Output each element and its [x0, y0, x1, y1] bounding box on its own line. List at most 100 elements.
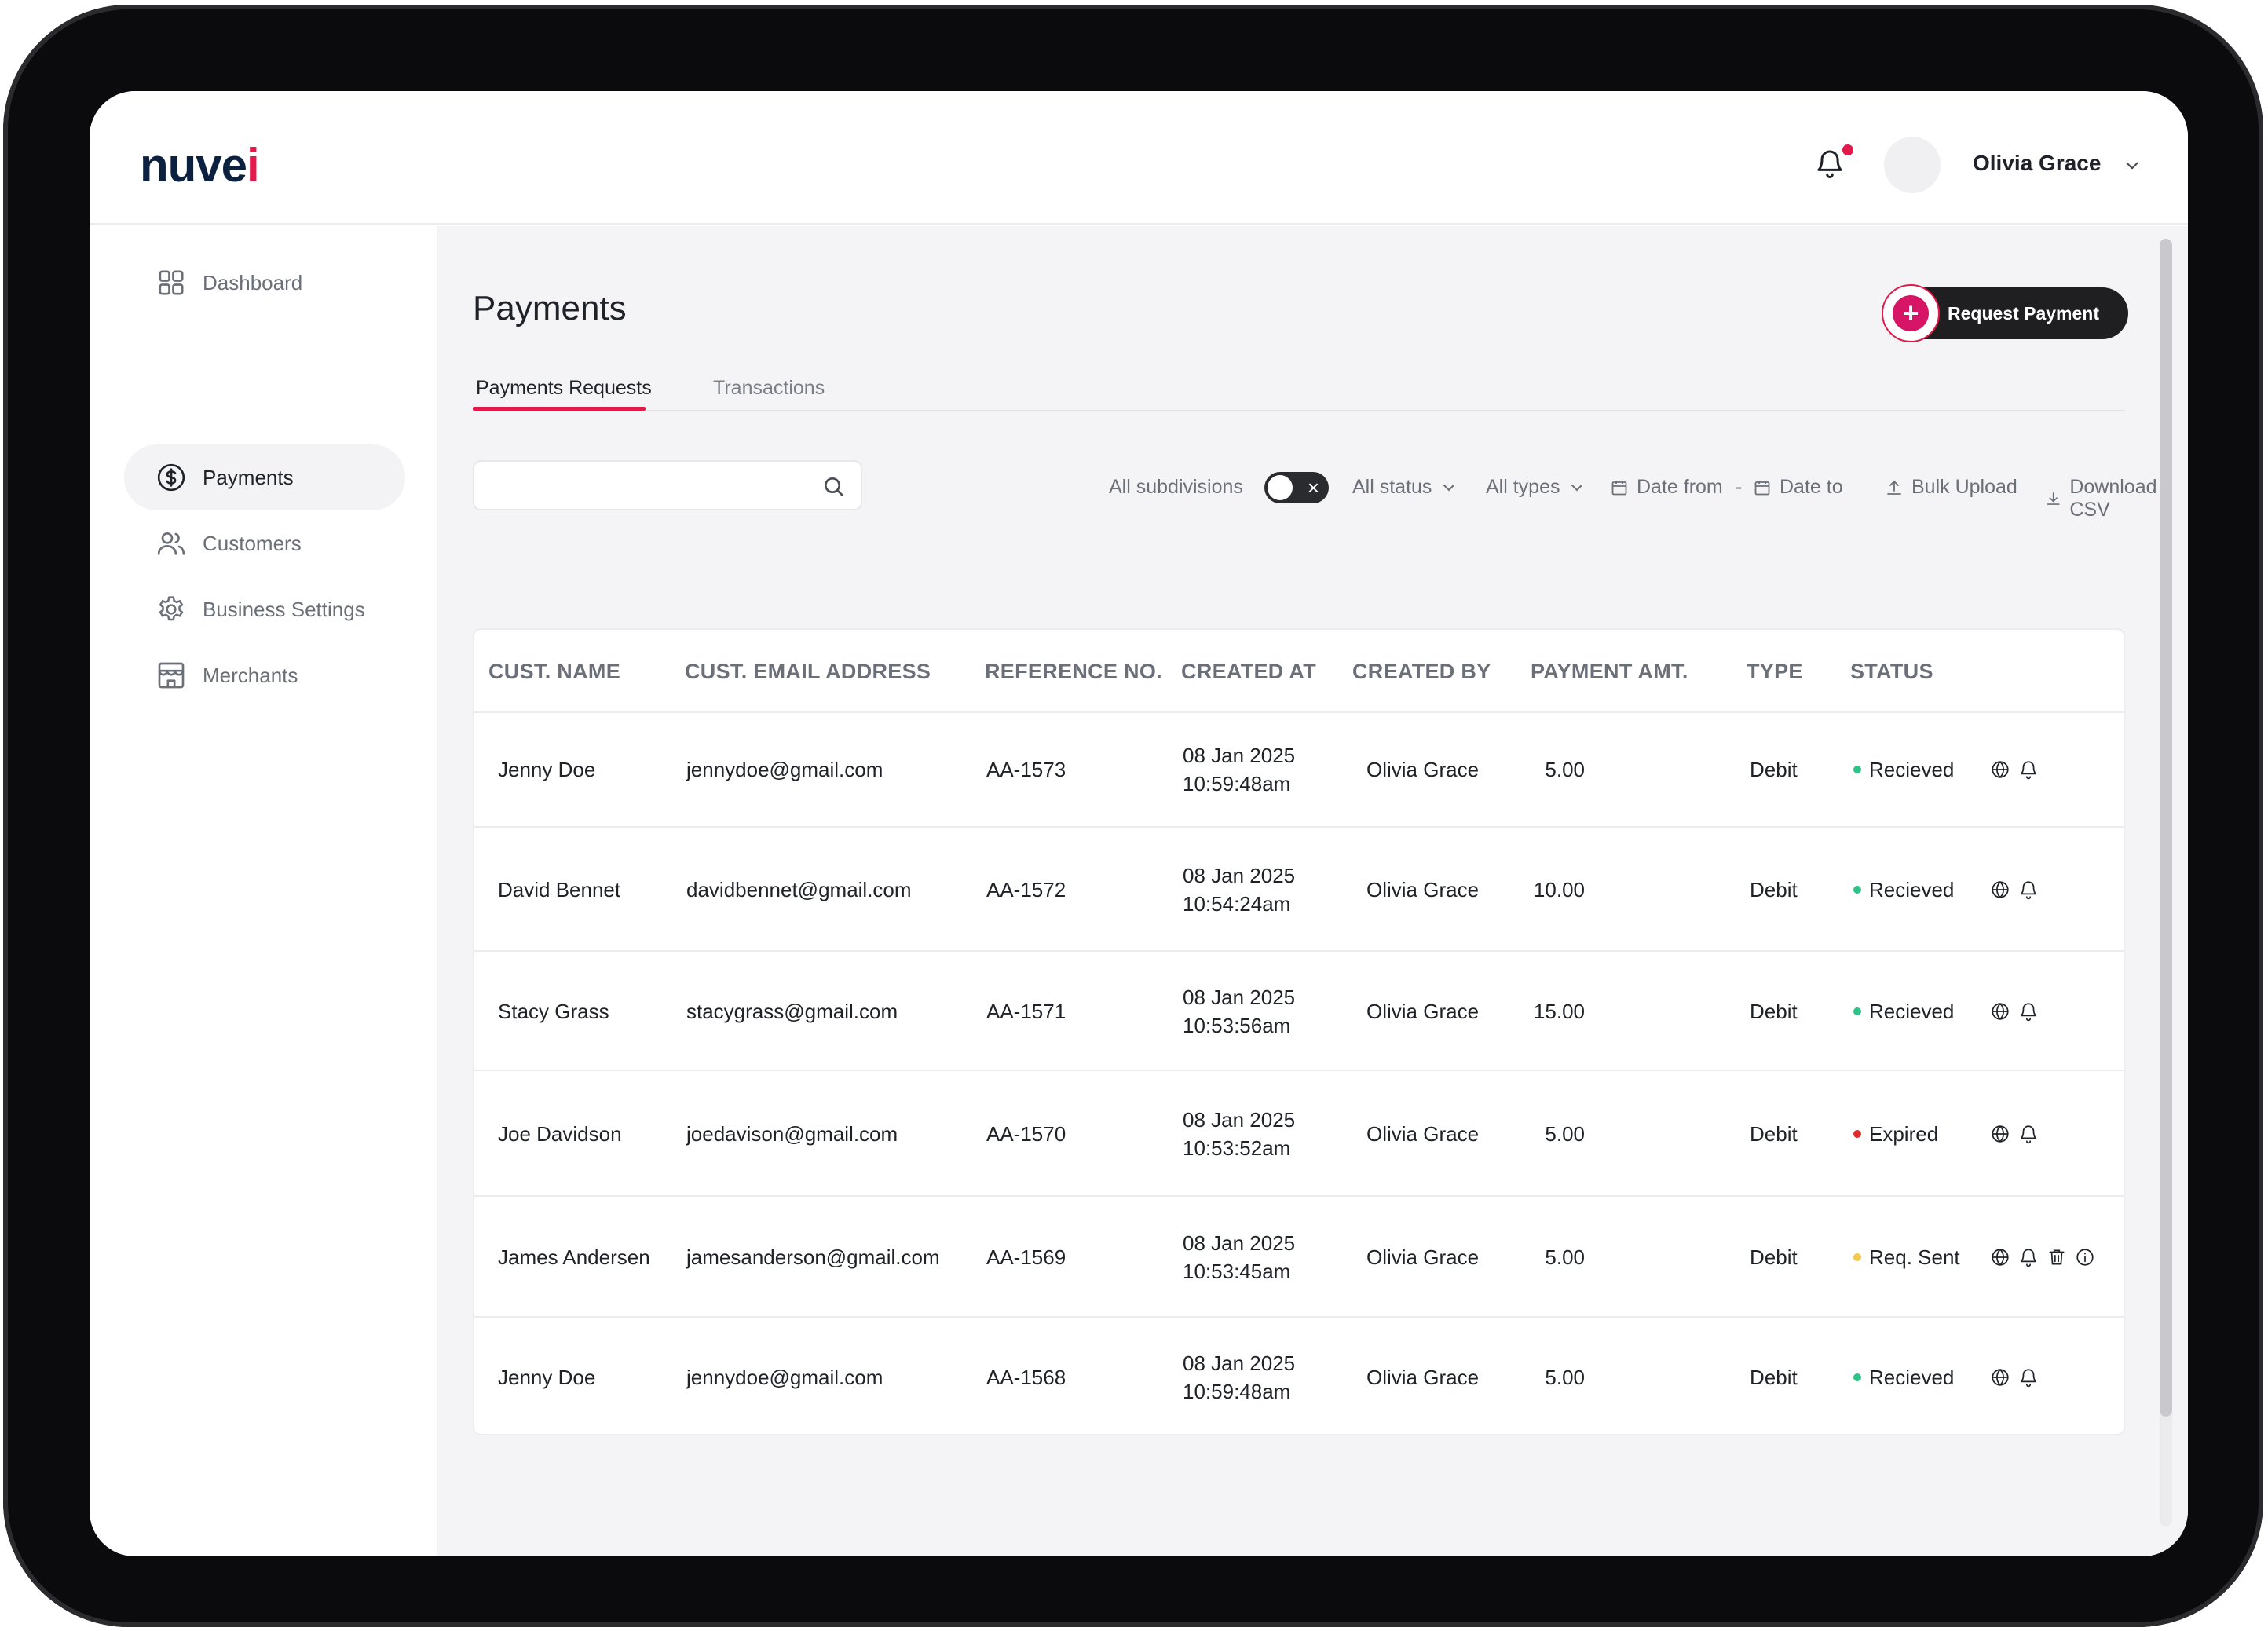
reference-no-cell: AA-1571 [986, 1000, 1066, 1023]
status-dot [1853, 886, 1861, 894]
bell-icon[interactable] [2018, 759, 2039, 784]
chevron-down-icon[interactable] [2122, 155, 2142, 176]
globe-icon[interactable] [1990, 1124, 2010, 1148]
status-text: Recieved [1869, 758, 1955, 781]
bell-icon[interactable] [2018, 1247, 2039, 1271]
bell-icon[interactable] [2018, 1367, 2039, 1391]
bulk-upload-button[interactable]: Bulk Upload [1885, 476, 2017, 499]
sidebar-item-label: Merchants [203, 663, 298, 687]
cust-email-cell: stacygrass@gmail.com [686, 1000, 898, 1023]
globe-icon[interactable] [1990, 1001, 2010, 1026]
status-filter-label: All status [1352, 476, 1432, 498]
trash-icon[interactable] [2047, 1247, 2067, 1271]
table-row[interactable]: Jenny Doe jennydoe@gmail.com AA-1573 08 Jan… [474, 711, 2124, 828]
reference-no-cell: AA-1568 [986, 1366, 1066, 1389]
avatar[interactable] [1884, 137, 1941, 193]
bell-icon [1817, 150, 1842, 178]
search-input[interactable] [473, 460, 862, 510]
column-header-status[interactable]: STATUS [1850, 660, 1933, 684]
nuvei-logo[interactable]: nuvei [140, 138, 260, 192]
bell-icon[interactable] [2018, 1001, 2039, 1026]
column-header-cust-email[interactable]: CUST. EMAIL ADDRESS [685, 660, 931, 684]
tablet-frame: nuvei Olivia Grace Dashboard Payments Cu… [3, 5, 2263, 1627]
created-date: 08 Jan 2025 [1183, 986, 1296, 1009]
cust-email-cell: jennydoe@gmail.com [686, 1366, 883, 1389]
table-row[interactable]: Jenny Doe jennydoe@gmail.com AA-1568 08 Jan… [474, 1318, 2124, 1437]
sidebar-item-dashboard[interactable]: Dashboard [124, 250, 405, 316]
bell-icon[interactable] [2018, 1124, 2039, 1148]
sidebar-item-business-settings[interactable]: Business Settings [124, 576, 405, 642]
status-badge: Recieved [1853, 1000, 1954, 1024]
main-content: Payments + Request Payment Payments Requ… [437, 226, 2188, 1556]
sidebar: Dashboard Payments Customers Business Se… [90, 226, 437, 1556]
tab-transactions[interactable]: Transactions [713, 377, 825, 400]
column-header-type[interactable]: TYPE [1747, 660, 1803, 684]
row-actions [1990, 759, 2039, 784]
payment-amt-cell: 5.00 [1545, 1122, 1585, 1146]
status-badge: Req. Sent [1853, 1245, 1960, 1270]
status-dot [1853, 1373, 1861, 1382]
cust-name-cell: Jenny Doe [498, 1366, 596, 1389]
notification-badge-dot [1842, 144, 1853, 155]
status-text: Expired [1869, 1122, 1939, 1146]
type-cell: Debit [1750, 1122, 1798, 1146]
request-payment-button[interactable]: + Request Payment [1882, 284, 2128, 342]
created-at-cell: 08 Jan 2025 10:59:48am [1183, 1349, 1295, 1406]
reference-no-cell: AA-1573 [986, 758, 1066, 781]
grid-icon [159, 270, 184, 295]
column-header-created-at[interactable]: CREATED AT [1181, 660, 1316, 684]
created-at-cell: 08 Jan 2025 10:53:45am [1183, 1229, 1295, 1285]
cust-email-cell: jamesanderson@gmail.com [686, 1245, 940, 1269]
user-name[interactable]: Olivia Grace [1973, 151, 2101, 176]
column-header-cust-name[interactable]: CUST. NAME [488, 660, 620, 684]
column-header-payment-amt[interactable]: PAYMENT AMT. [1531, 660, 1688, 684]
table-row[interactable]: David Bennet davidbennet@gmail.com AA-1572… [474, 828, 2124, 952]
cust-email-cell: jennydoe@gmail.com [686, 758, 883, 781]
status-badge: Recieved [1853, 758, 1954, 782]
sidebar-item-customers[interactable]: Customers [124, 510, 405, 576]
created-date: 08 Jan 2025 [1183, 744, 1296, 767]
notifications-button[interactable] [1814, 144, 1853, 185]
status-filter[interactable]: All status [1352, 476, 1458, 499]
created-date: 08 Jan 2025 [1183, 864, 1296, 887]
search-icon[interactable] [821, 474, 847, 499]
info-icon[interactable] [2075, 1247, 2095, 1271]
sidebar-item-merchants[interactable]: Merchants [124, 642, 405, 708]
type-cell: Debit [1750, 758, 1798, 781]
row-actions [1990, 1124, 2039, 1148]
created-time: 10:59:48am [1183, 1380, 1291, 1403]
created-date: 08 Jan 2025 [1183, 1108, 1296, 1132]
payment-amt-cell: 5.00 [1545, 1245, 1585, 1269]
status-badge: Recieved [1853, 1366, 1954, 1390]
cust-name-cell: Stacy Grass [498, 1000, 609, 1023]
globe-icon[interactable] [1990, 1367, 2010, 1391]
column-header-reference-no[interactable]: REFERENCE NO. [985, 660, 1162, 684]
bell-icon[interactable] [2018, 879, 2039, 904]
types-filter[interactable]: All types [1486, 476, 1586, 499]
upload-icon [1887, 480, 1901, 495]
sidebar-item-payments[interactable]: Payments [124, 444, 405, 510]
globe-icon[interactable] [1990, 879, 2010, 904]
table-row[interactable]: Joe Davidson joedavison@gmail.com AA-1570 0… [474, 1071, 2124, 1197]
status-dot [1853, 1253, 1861, 1262]
tab-payments-requests[interactable]: Payments Requests [476, 377, 652, 400]
column-header-created-by[interactable]: CREATED BY [1352, 660, 1491, 684]
status-dot [1853, 1007, 1861, 1016]
created-time: 10:59:48am [1183, 772, 1291, 795]
calendar-icon [1754, 480, 1770, 495]
date-separator-text: - [1736, 476, 1743, 498]
table-row[interactable]: Stacy Grass stacygrass@gmail.com AA-1571 08… [474, 952, 2124, 1071]
status-text: Recieved [1869, 878, 1955, 901]
date-from-filter[interactable]: Date from [1610, 476, 1723, 499]
globe-icon[interactable] [1990, 1247, 2010, 1271]
status-badge: Expired [1853, 1122, 1938, 1146]
toggle-knob [1268, 475, 1293, 500]
date-to-filter[interactable]: Date to [1753, 476, 1843, 499]
table-row[interactable]: James Andersen jamesanderson@gmail.com AA-… [474, 1197, 2124, 1318]
scrollbar-thumb[interactable] [2160, 239, 2172, 1417]
status-text: Req. Sent [1869, 1245, 1960, 1269]
globe-icon[interactable] [1990, 759, 2010, 784]
created-date: 08 Jan 2025 [1183, 1351, 1296, 1375]
subdivisions-toggle[interactable]: × [1264, 472, 1329, 503]
gear-icon [159, 596, 184, 621]
